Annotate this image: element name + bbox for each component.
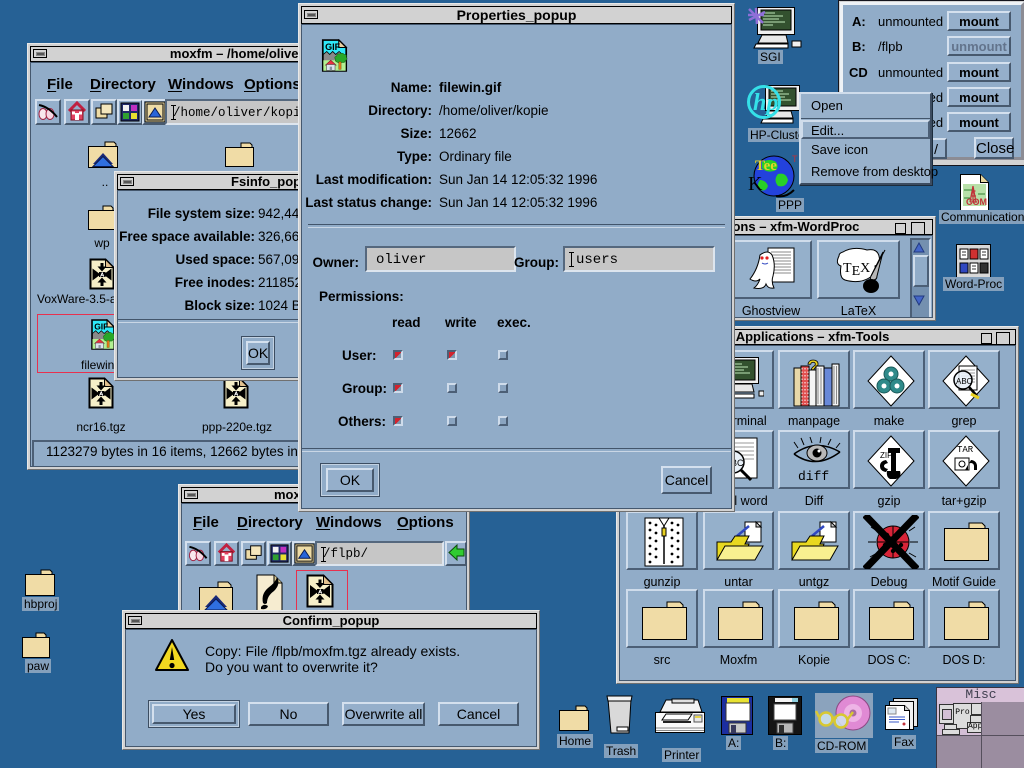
svg-text:T: T — [792, 154, 798, 164]
svg-text:K: K — [748, 173, 763, 195]
svg-text:GIF: GIF — [94, 322, 108, 332]
svg-text:TAR: TAR — [957, 445, 974, 455]
svg-text:diff: diff — [798, 469, 829, 484]
svg-text:hp: hp — [753, 90, 778, 116]
svg-text:Tee: Tee — [755, 158, 777, 174]
svg-text:COM: COM — [966, 197, 987, 207]
svg-text:ABC: ABC — [956, 377, 973, 386]
svg-text:GIF: GIF — [325, 42, 341, 52]
